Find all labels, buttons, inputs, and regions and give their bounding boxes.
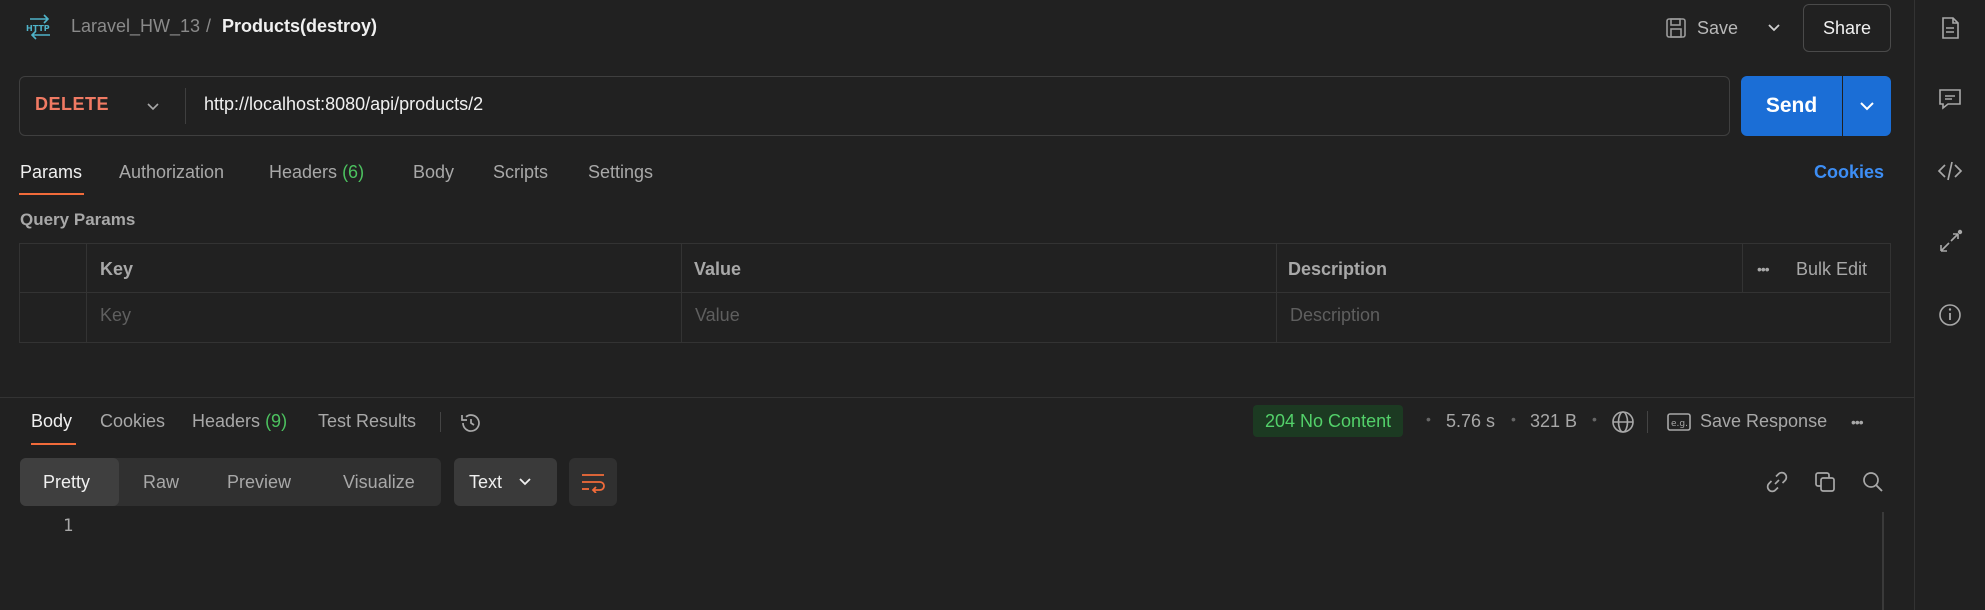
svg-text:e.g.: e.g. bbox=[1671, 419, 1688, 429]
save-icon bbox=[1665, 17, 1687, 39]
comment-icon[interactable] bbox=[1937, 86, 1963, 112]
copy-icon[interactable] bbox=[1813, 470, 1837, 494]
query-params-table bbox=[19, 243, 1891, 343]
send-button[interactable]: Send bbox=[1741, 76, 1842, 136]
status-badge[interactable]: 204 No Content bbox=[1253, 405, 1404, 437]
response-size[interactable]: 321 B bbox=[1530, 411, 1577, 432]
code-icon[interactable] bbox=[1937, 158, 1963, 184]
param-value-input[interactable]: Value bbox=[695, 305, 740, 326]
share-button[interactable]: Share bbox=[1803, 4, 1891, 52]
response-time[interactable]: 5.76 s bbox=[1446, 411, 1495, 432]
view-raw[interactable]: Raw bbox=[143, 458, 179, 506]
param-key-input[interactable]: Key bbox=[100, 305, 131, 326]
example-icon: e.g. bbox=[1667, 412, 1691, 432]
request-bar-divider bbox=[185, 88, 186, 124]
table-column-divider bbox=[86, 243, 87, 343]
view-pretty[interactable]: Pretty bbox=[43, 458, 90, 506]
scrollbar[interactable] bbox=[1882, 512, 1884, 610]
url-input[interactable]: http://localhost:8080/api/products/2 bbox=[204, 94, 483, 115]
format-select[interactable]: Text bbox=[454, 458, 557, 506]
meta-divider bbox=[1647, 411, 1648, 433]
table-column-divider bbox=[681, 243, 682, 343]
save-label: Save bbox=[1697, 17, 1739, 38]
info-icon[interactable] bbox=[1937, 302, 1963, 328]
method-select[interactable]: DELETE bbox=[35, 94, 109, 115]
table-header-divider bbox=[19, 292, 1891, 293]
breadcrumb-collection[interactable]: Laravel_HW_13 bbox=[71, 16, 200, 37]
wrap-lines-button[interactable] bbox=[569, 458, 617, 506]
chevron-down-icon bbox=[518, 477, 532, 487]
response-tab-body[interactable]: Body bbox=[31, 411, 72, 432]
column-header-description: Description bbox=[1288, 259, 1388, 279]
tab-authorization[interactable]: Authorization bbox=[119, 162, 224, 183]
query-params-title: Query Params bbox=[20, 210, 136, 229]
format-label: Text bbox=[469, 471, 503, 492]
svg-text:HTTP: HTTP bbox=[26, 24, 50, 33]
globe-icon[interactable] bbox=[1610, 409, 1636, 435]
response-tab-headers[interactable]: Headers (9) bbox=[192, 411, 287, 432]
http-icon: HTTP bbox=[26, 14, 54, 40]
tab-params[interactable]: Params bbox=[20, 162, 82, 183]
save-options-chevron-icon[interactable] bbox=[1762, 14, 1786, 42]
tab-scripts[interactable]: Scripts bbox=[493, 162, 548, 183]
response-pane-divider[interactable] bbox=[0, 397, 1914, 398]
more-options-icon[interactable]: ••• bbox=[1757, 261, 1770, 277]
response-tab-cookies[interactable]: Cookies bbox=[100, 411, 165, 432]
view-preview[interactable]: Preview bbox=[227, 458, 291, 506]
meta-separator: • bbox=[1426, 411, 1431, 427]
tab-headers-count: (6) bbox=[342, 162, 365, 182]
cookies-link[interactable]: Cookies bbox=[1814, 162, 1884, 183]
send-options-chevron-icon[interactable] bbox=[1843, 76, 1891, 136]
response-more-options-icon[interactable]: ••• bbox=[1851, 414, 1864, 430]
column-header-value: Value bbox=[694, 259, 742, 279]
tab-headers[interactable]: Headers (6) bbox=[269, 162, 364, 183]
active-tab-indicator bbox=[19, 193, 84, 195]
link-icon[interactable] bbox=[1765, 470, 1789, 494]
history-icon[interactable] bbox=[459, 411, 483, 435]
response-tab-test-results[interactable]: Test Results bbox=[318, 411, 416, 432]
tab-headers-label: Headers bbox=[269, 162, 338, 182]
save-response-button[interactable]: Save Response bbox=[1700, 411, 1827, 432]
request-title[interactable]: Products(destroy) bbox=[222, 16, 377, 37]
related-collections-icon[interactable] bbox=[1937, 229, 1963, 255]
param-description-input[interactable]: Description bbox=[1290, 305, 1380, 326]
view-visualize[interactable]: Visualize bbox=[343, 458, 415, 506]
wrap-lines-icon bbox=[580, 471, 606, 493]
table-column-divider bbox=[1742, 243, 1743, 292]
table-column-divider bbox=[1276, 243, 1277, 343]
active-response-tab-indicator bbox=[31, 443, 76, 445]
save-button[interactable]: Save bbox=[1665, 12, 1738, 44]
response-tab-headers-count: (9) bbox=[265, 411, 288, 431]
meta-separator: • bbox=[1511, 411, 1516, 427]
tab-body[interactable]: Body bbox=[413, 162, 454, 183]
tabs-separator bbox=[440, 412, 441, 432]
method-chevron-down-icon[interactable] bbox=[143, 96, 163, 116]
column-header-key: Key bbox=[100, 259, 134, 279]
response-tab-headers-label: Headers bbox=[192, 411, 261, 431]
meta-separator: • bbox=[1592, 411, 1597, 427]
search-icon[interactable] bbox=[1861, 470, 1885, 494]
document-icon[interactable] bbox=[1937, 15, 1963, 41]
tab-settings[interactable]: Settings bbox=[588, 162, 653, 183]
line-number: 1 bbox=[63, 516, 74, 536]
breadcrumb-separator: / bbox=[206, 16, 212, 36]
bulk-edit-button[interactable]: Bulk Edit bbox=[1796, 259, 1867, 280]
